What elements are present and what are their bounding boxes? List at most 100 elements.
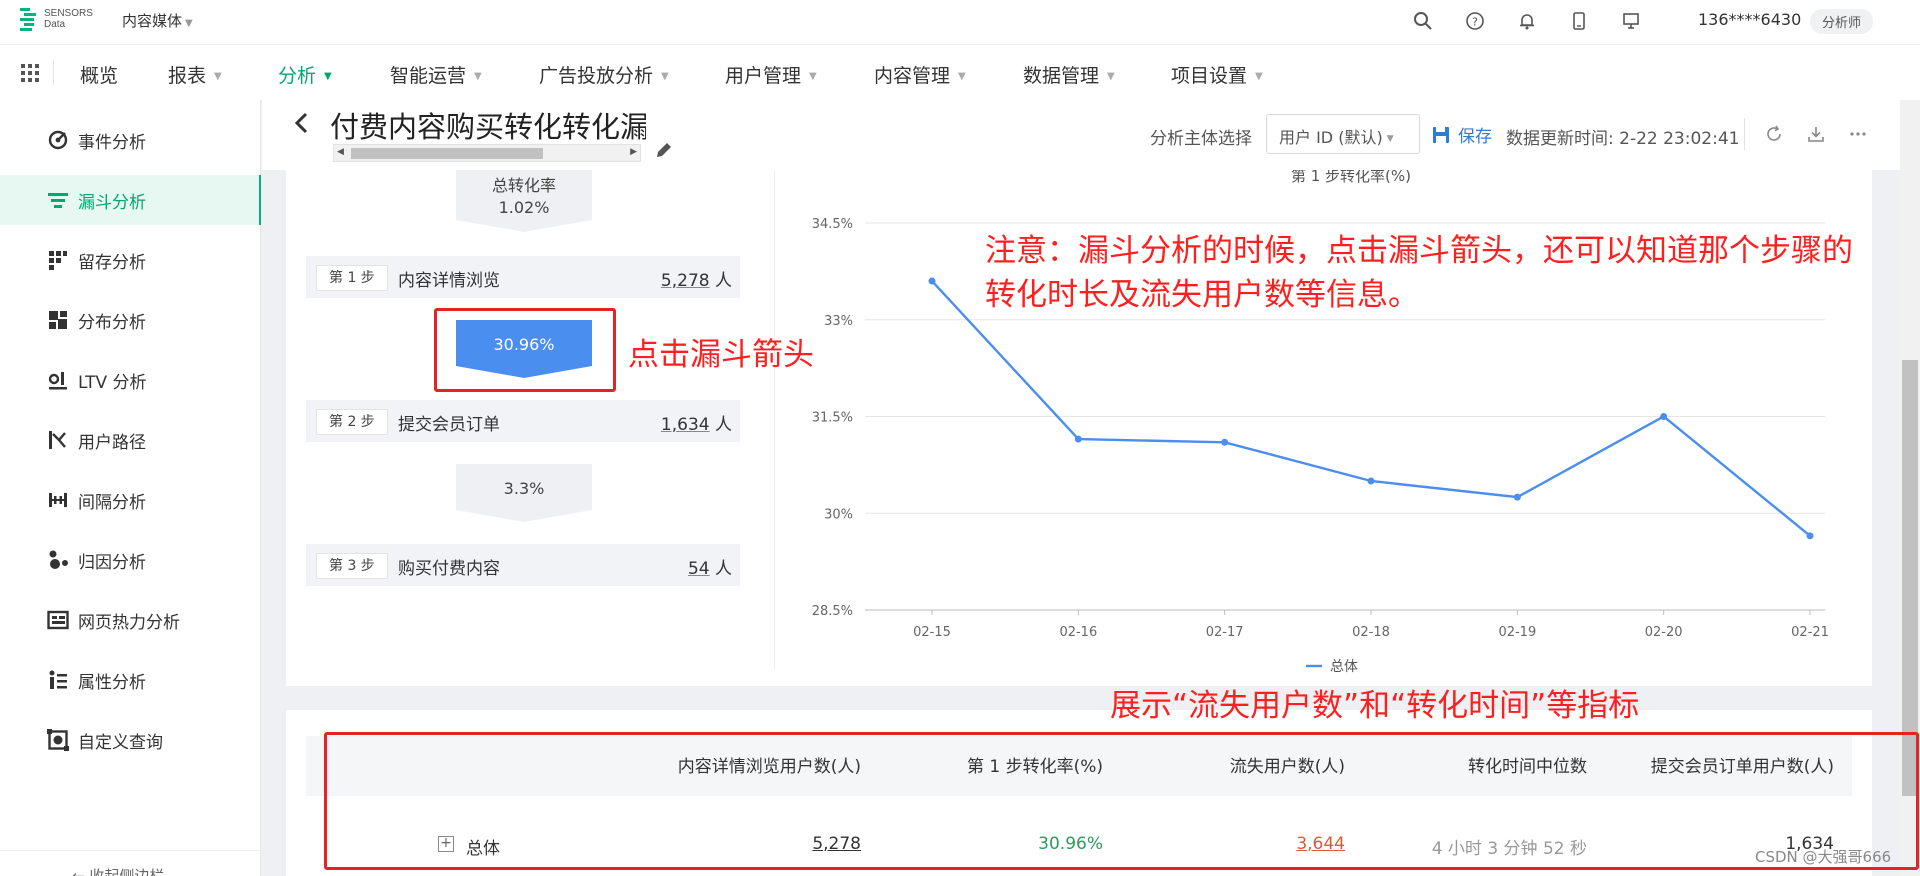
sidebar-item-custom-query[interactable]: 自定义查询 bbox=[0, 715, 261, 765]
nav-data-mgmt[interactable]: 数据管理 ▼ bbox=[1023, 61, 1115, 88]
custom-query-icon bbox=[46, 728, 70, 752]
user-account[interactable]: 136****6430 bbox=[1698, 10, 1801, 29]
step-badge: 第 2 步 bbox=[316, 409, 388, 435]
x-tick-label: 02-16 bbox=[1059, 625, 1097, 640]
logo-line1: SENSORS bbox=[44, 8, 93, 19]
step-badge: 第 3 步 bbox=[316, 553, 388, 579]
monitor-icon[interactable] bbox=[1616, 6, 1646, 36]
sensors-logo[interactable]: SENSORS Data bbox=[20, 6, 93, 32]
bell-icon[interactable] bbox=[1512, 6, 1542, 36]
chevron-down-icon: ▼ bbox=[185, 18, 193, 29]
sidebar-item-user-path[interactable]: 用户路径 bbox=[0, 415, 261, 465]
nav-analysis[interactable]: 分析 ▼ bbox=[278, 61, 332, 88]
sidebar-item-attribution-analysis[interactable]: 归因分析 bbox=[0, 535, 261, 585]
save-button[interactable]: 保存 bbox=[1432, 122, 1492, 147]
sidebar-item-retention-analysis[interactable]: 留存分析 bbox=[0, 235, 261, 285]
back-arrow-icon[interactable] bbox=[292, 108, 312, 138]
y-tick-label: 31.5% bbox=[812, 411, 853, 426]
step-2-conversion-arrow[interactable]: 3.3% bbox=[456, 464, 592, 538]
sidebar-item-event-analysis[interactable]: 事件分析 bbox=[0, 115, 261, 165]
more-icon[interactable] bbox=[1846, 122, 1870, 146]
chart-title: 第 1 步转化率(%) bbox=[1291, 170, 1411, 185]
update-time: 数据更新时间: 2-22 23:02:41 bbox=[1506, 129, 1740, 149]
apps-grid-icon[interactable] bbox=[20, 63, 40, 83]
distribution-icon bbox=[46, 308, 70, 332]
project-selector[interactable]: 内容媒体 ▼ bbox=[122, 10, 193, 31]
property-icon bbox=[46, 668, 70, 692]
sidebar: 事件分析 漏斗分析 留存分析 分布分析 LTV 分析 用户路径 间隔分析 归因分… bbox=[0, 100, 261, 876]
sidebar-item-ltv-analysis[interactable]: LTV 分析 bbox=[0, 355, 261, 405]
sidebar-item-heatmap-analysis[interactable]: 网页热力分析 bbox=[0, 595, 261, 645]
edit-pencil-icon[interactable] bbox=[654, 140, 674, 160]
funnel-step-2[interactable]: 第 2 步 提交会员订单 1,634 人 bbox=[306, 400, 740, 442]
logo-icon bbox=[20, 8, 36, 31]
svg-text:?: ? bbox=[1472, 16, 1478, 29]
nav-ad-analysis[interactable]: 广告投放分析 ▼ bbox=[539, 61, 669, 88]
highlight-table-box bbox=[324, 732, 1919, 870]
scroll-right-icon[interactable]: ▶ bbox=[630, 147, 637, 157]
data-point[interactable] bbox=[1221, 438, 1229, 446]
nav-smart-ops[interactable]: 智能运营 ▼ bbox=[390, 61, 482, 88]
step-count[interactable]: 5,278 人 bbox=[661, 266, 732, 291]
x-tick-label: 02-21 bbox=[1791, 625, 1829, 640]
search-icon[interactable] bbox=[1408, 6, 1438, 36]
y-tick-label: 34.5% bbox=[812, 217, 853, 232]
nav-overview[interactable]: 概览 bbox=[80, 61, 118, 88]
sidebar-item-property-analysis[interactable]: 属性分析 bbox=[0, 655, 261, 705]
funnel-icon bbox=[46, 188, 70, 212]
user-path-icon bbox=[46, 428, 70, 452]
save-icon bbox=[1433, 126, 1449, 143]
sidebar-item-distribution-analysis[interactable]: 分布分析 bbox=[0, 295, 261, 345]
scroll-thumb[interactable] bbox=[351, 148, 543, 159]
y-tick-label: 33% bbox=[824, 314, 853, 329]
project-name: 内容媒体 bbox=[122, 12, 183, 30]
data-point[interactable] bbox=[1660, 413, 1668, 420]
help-icon[interactable]: ? bbox=[1460, 6, 1490, 36]
x-tick-label: 02-19 bbox=[1498, 625, 1536, 640]
logo-line2: Data bbox=[44, 19, 66, 30]
data-point[interactable] bbox=[1513, 493, 1521, 501]
legend-label[interactable]: 总体 bbox=[1330, 659, 1358, 675]
annotation-table-note: 展示“流失用户数”和“转化时间”等指标 bbox=[1110, 688, 1640, 724]
total-conversion-arrow[interactable]: 总转化率 1.02% bbox=[456, 170, 592, 244]
top-bar: SENSORS Data 内容媒体 ▼ ? 136****6430 分析师 bbox=[0, 0, 1920, 44]
funnel-step-3[interactable]: 第 3 步 购买付费内容 54 人 bbox=[306, 544, 740, 586]
annotation-click-arrow: 点击漏斗箭头 bbox=[628, 337, 814, 373]
nav-user-mgmt[interactable]: 用户管理 ▼ bbox=[725, 61, 817, 88]
nav-project-settings[interactable]: 项目设置 ▼ bbox=[1171, 61, 1263, 88]
collapse-sidebar[interactable]: ← 收起侧边栏 bbox=[0, 850, 261, 876]
data-point[interactable] bbox=[928, 277, 936, 285]
x-tick-label: 02-20 bbox=[1645, 625, 1683, 640]
role-badge[interactable]: 分析师 bbox=[1810, 9, 1874, 34]
step-count[interactable]: 54 人 bbox=[688, 554, 732, 579]
step-count[interactable]: 1,634 人 bbox=[661, 410, 732, 435]
data-point[interactable] bbox=[1367, 477, 1375, 485]
scroll-left-icon[interactable]: ◀ bbox=[337, 147, 344, 157]
sidebar-item-funnel-analysis[interactable]: 漏斗分析 bbox=[0, 175, 261, 225]
x-tick-label: 02-15 bbox=[913, 625, 951, 640]
data-point[interactable] bbox=[1074, 435, 1082, 443]
annotation-note-line1: 注意：漏斗分析的时候，点击漏斗箭头，还可以知道那个步骤的 bbox=[985, 233, 1853, 269]
data-point[interactable] bbox=[1806, 532, 1814, 540]
nav-divider bbox=[53, 61, 54, 85]
attribution-icon bbox=[46, 548, 70, 572]
step-name: 购买付费内容 bbox=[398, 559, 500, 579]
download-icon[interactable] bbox=[1804, 122, 1828, 146]
interval-icon bbox=[46, 488, 70, 512]
refresh-icon[interactable] bbox=[1762, 122, 1786, 146]
nav-reports[interactable]: 报表 ▼ bbox=[168, 61, 222, 88]
heatmap-icon bbox=[46, 608, 70, 632]
x-tick-label: 02-17 bbox=[1206, 625, 1244, 640]
retention-icon bbox=[46, 248, 70, 272]
step-name: 内容详情浏览 bbox=[398, 271, 500, 291]
mobile-icon[interactable] bbox=[1564, 6, 1594, 36]
step-badge: 第 1 步 bbox=[316, 265, 388, 291]
sidebar-item-interval-analysis[interactable]: 间隔分析 bbox=[0, 475, 261, 525]
subject-select[interactable]: 用户 ID (默认) ▼ bbox=[1266, 114, 1420, 154]
nav-content-mgmt[interactable]: 内容管理 ▼ bbox=[874, 61, 966, 88]
title-scrollbar[interactable]: ◀ ▶ bbox=[333, 144, 641, 162]
page-scroll-thumb[interactable] bbox=[1902, 360, 1918, 796]
header-divider bbox=[1744, 118, 1745, 150]
funnel-step-1[interactable]: 第 1 步 内容详情浏览 5,278 人 bbox=[306, 256, 740, 298]
y-tick-label: 28.5% bbox=[812, 604, 853, 619]
